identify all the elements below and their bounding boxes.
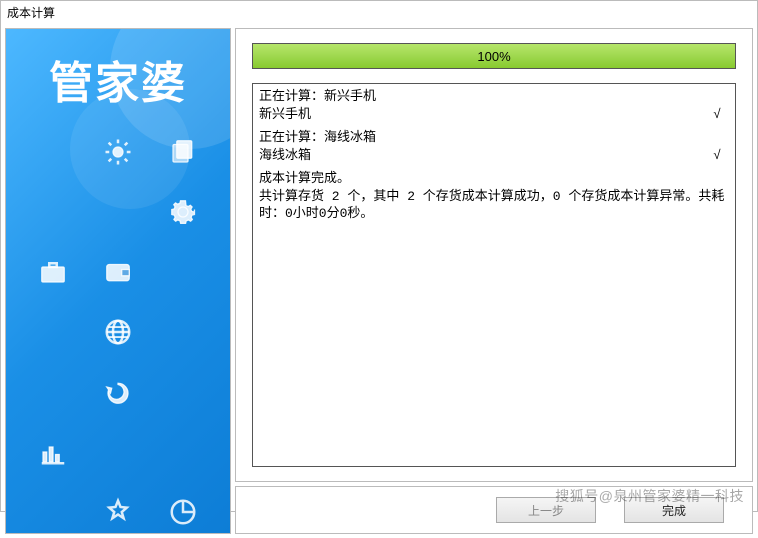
- bar-chart-icon: [26, 431, 81, 473]
- blank-icon: [26, 491, 81, 533]
- sun-icon: [91, 131, 146, 173]
- blank-icon: [91, 191, 146, 233]
- globe-icon: [91, 311, 146, 353]
- log-line: 海线冰箱 √: [259, 147, 729, 165]
- log-line: 正在计算：海线冰箱: [259, 129, 729, 147]
- log-line: 正在计算：新兴手机: [259, 88, 729, 106]
- briefcase-icon: [26, 251, 81, 293]
- check-icon: √: [713, 147, 729, 165]
- log-line: 成本计算完成。: [259, 170, 729, 188]
- progress-bar: 100%: [252, 43, 736, 69]
- button-bar: 上一步 完成: [235, 486, 753, 534]
- log-item-name: 海线冰箱: [259, 147, 311, 165]
- pie-chart-icon: [155, 491, 210, 533]
- prev-button[interactable]: 上一步: [496, 497, 596, 523]
- cost-calculation-window: 成本计算 管家婆: [0, 0, 758, 512]
- log-line: 新兴手机 √: [259, 106, 729, 124]
- window-title: 成本计算: [1, 1, 757, 24]
- blank-icon: [91, 431, 146, 473]
- content-area: 管家婆: [1, 24, 757, 538]
- log-item-name: 新兴手机: [259, 106, 311, 124]
- sidebar-banner: 管家婆: [5, 28, 231, 534]
- brand-logo-text: 管家婆: [6, 29, 230, 121]
- blank-icon: [26, 371, 81, 413]
- main-content: 100% 正在计算：新兴手机 新兴手机 √ 正在计算：海线冰箱 海线冰箱 √: [235, 28, 753, 482]
- star-icon: [91, 491, 146, 533]
- log-line: 共计算存货 2 个，其中 2 个存货成本计算成功，0 个存货成本计算异常。共耗时…: [259, 188, 729, 223]
- gear-icon: [155, 191, 210, 233]
- undo-icon: [91, 371, 146, 413]
- blank-icon: [155, 251, 210, 293]
- blank-icon: [26, 191, 81, 233]
- calculation-log: 正在计算：新兴手机 新兴手机 √ 正在计算：海线冰箱 海线冰箱 √ 成本计算完成…: [252, 83, 736, 467]
- main-panel: 100% 正在计算：新兴手机 新兴手机 √ 正在计算：海线冰箱 海线冰箱 √: [235, 28, 753, 534]
- blank-icon: [26, 131, 81, 173]
- finish-button[interactable]: 完成: [624, 497, 724, 523]
- blank-icon: [155, 311, 210, 353]
- blank-icon: [155, 371, 210, 413]
- blank-icon: [155, 431, 210, 473]
- sidebar-icon-grid: [6, 121, 230, 533]
- wallet-icon: [91, 251, 146, 293]
- check-icon: √: [713, 106, 729, 124]
- progress-label: 100%: [477, 49, 510, 64]
- blank-icon: [26, 311, 81, 353]
- documents-icon: [155, 131, 210, 173]
